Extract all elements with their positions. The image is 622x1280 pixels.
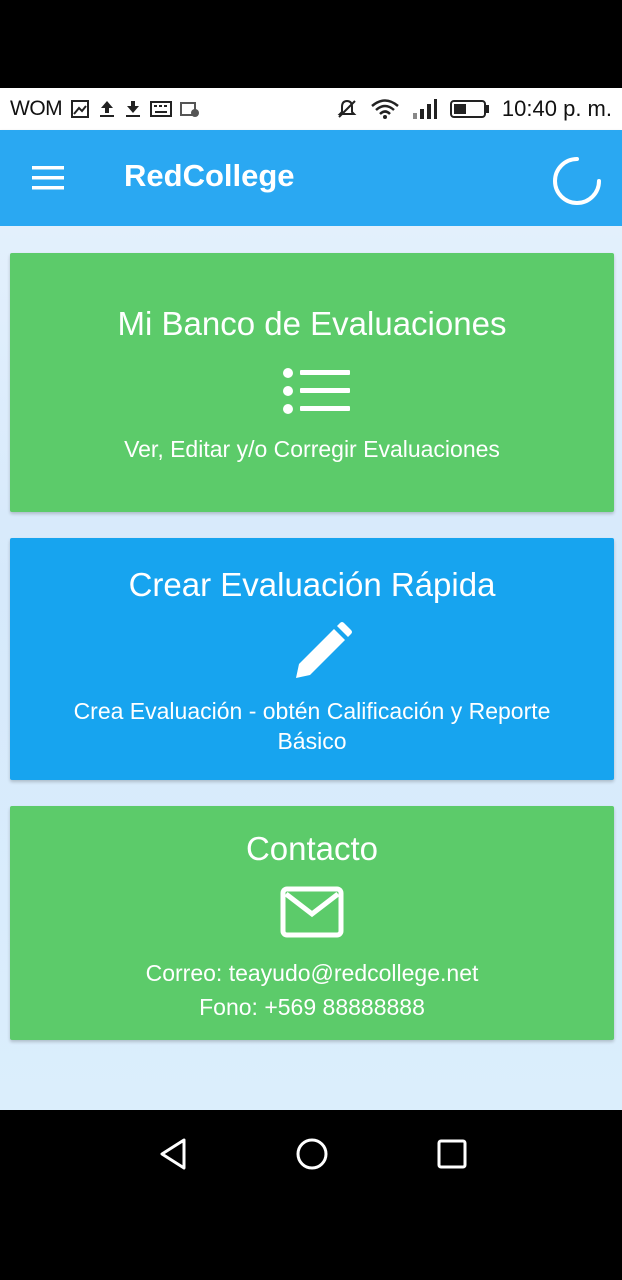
keyboard-icon xyxy=(150,100,173,118)
download-icon xyxy=(124,99,142,119)
card-title: Contacto xyxy=(245,830,379,867)
card-title: Mi Banco de Evaluaciones xyxy=(117,305,507,342)
back-triangle-icon[interactable] xyxy=(156,1136,192,1177)
sim-icon xyxy=(180,100,200,118)
mail-icon xyxy=(280,886,344,943)
battery-icon xyxy=(449,99,490,119)
signal-icon xyxy=(412,98,438,120)
recents-square-icon[interactable] xyxy=(434,1136,470,1177)
carrier-name: WOM xyxy=(10,97,63,120)
upload-icon xyxy=(98,99,116,119)
hamburger-menu-icon[interactable] xyxy=(30,163,66,193)
pencil-icon xyxy=(292,622,352,687)
navigation-bar xyxy=(0,1110,622,1280)
card-contacto[interactable]: Contacto Correo: teayudo@redcollege.net … xyxy=(10,806,614,1040)
app-bar: RedCollege xyxy=(0,130,622,226)
contact-phone[interactable]: Fono: +569 88888888 xyxy=(10,992,614,1022)
app-title: RedCollege xyxy=(124,158,295,193)
loading-spinner-icon xyxy=(552,156,602,211)
card-crear-evaluacion[interactable]: Crear Evaluación Rápida Crea Evaluación … xyxy=(10,538,614,780)
status-clock: 10:40 p. m. xyxy=(501,96,612,121)
status-right: 10:40 p. m. xyxy=(336,96,612,122)
wifi-icon xyxy=(370,98,400,120)
card-subtitle: Ver, Editar y/o Corregir Evaluaciones xyxy=(124,436,500,462)
home-circle-icon[interactable] xyxy=(294,1136,330,1177)
top-black-area xyxy=(0,0,622,88)
card-title: Crear Evaluación Rápida xyxy=(128,566,496,603)
list-icon xyxy=(282,365,354,426)
status-bar: WOM 10:40 p. m. xyxy=(0,88,622,130)
gallery-icon xyxy=(70,99,90,119)
status-left: WOM xyxy=(10,97,200,121)
card-banco-evaluaciones[interactable]: Mi Banco de Evaluaciones Ver, Editar y/o… xyxy=(10,253,614,512)
contact-email[interactable]: Correo: teayudo@redcollege.net xyxy=(10,958,614,988)
mute-icon xyxy=(336,98,358,120)
card-subtitle: Crea Evaluación - obtén Calificación y R… xyxy=(73,698,551,754)
